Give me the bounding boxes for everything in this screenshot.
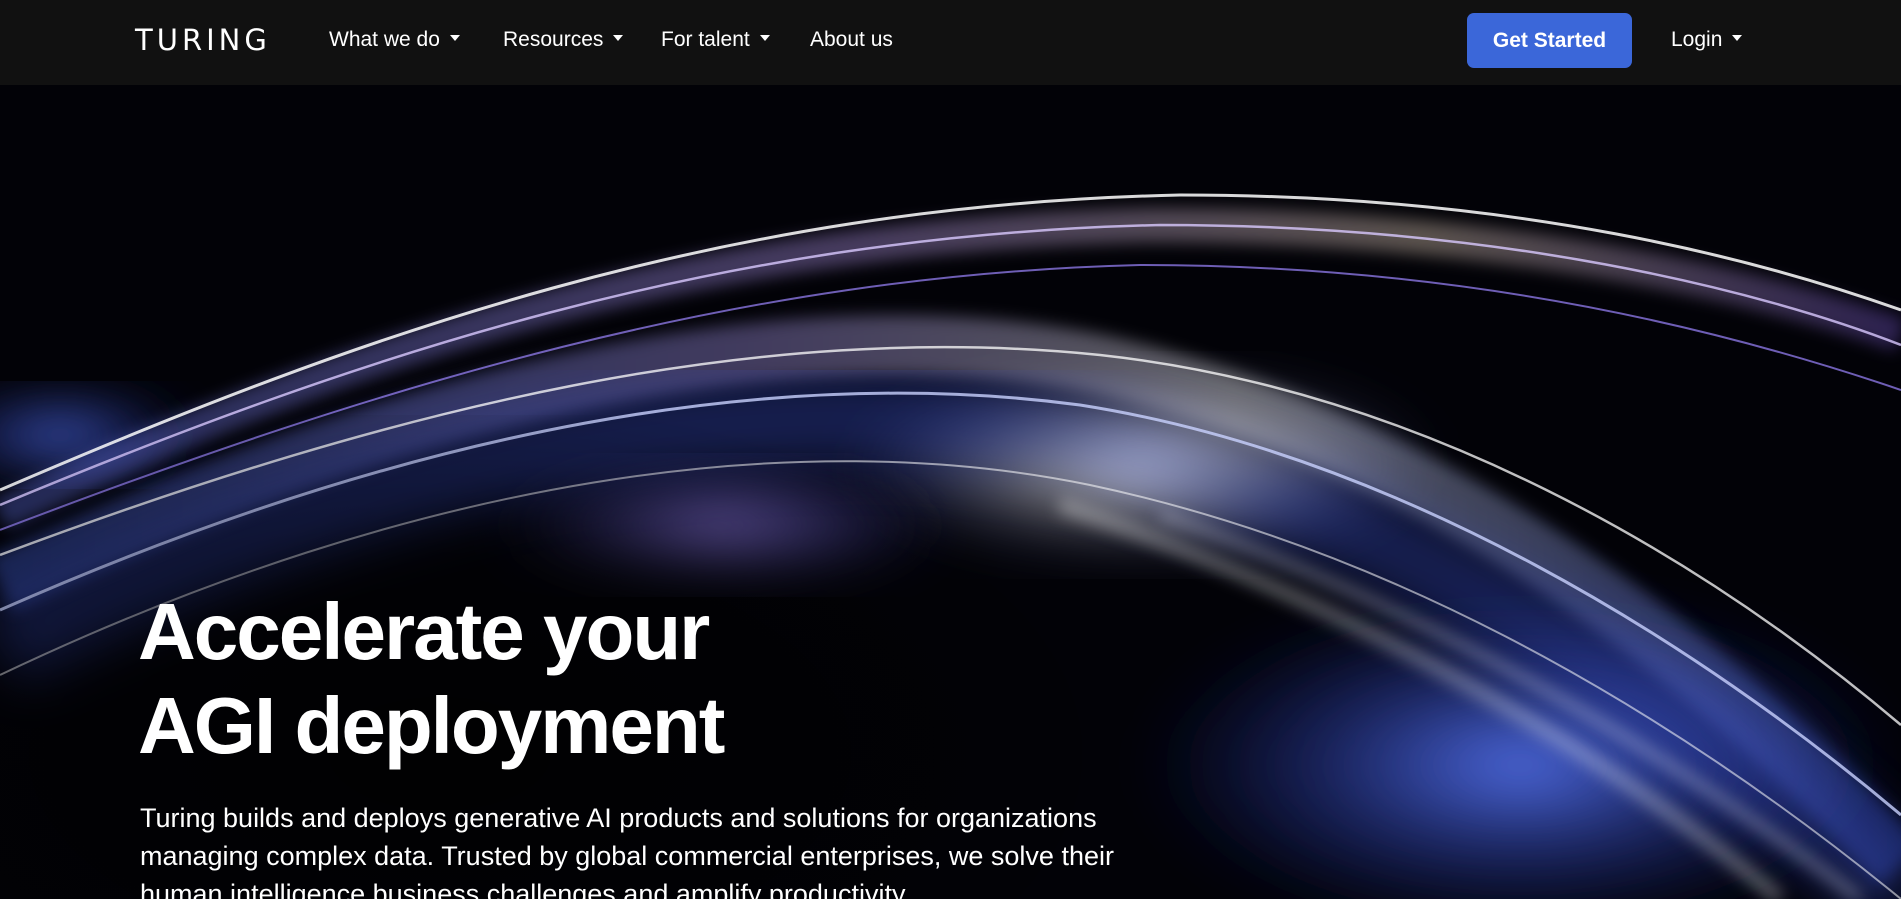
top-navigation-bar: TURING What we do Resources For talent A… — [0, 0, 1901, 85]
nav-item-label: About us — [810, 28, 893, 51]
chevron-down-icon — [759, 35, 770, 42]
headline-line-1: Accelerate your — [138, 587, 710, 676]
nav-item-about-us[interactable]: About us — [810, 24, 893, 56]
nav-item-resources[interactable]: Resources — [503, 24, 624, 56]
login-label: Login — [1671, 28, 1723, 51]
hero-headline: Accelerate your AGI deployment — [138, 585, 1038, 773]
nav-item-label: Resources — [503, 28, 604, 51]
chevron-down-icon — [1732, 35, 1743, 42]
hero-section — [0, 85, 1901, 899]
nav-item-label: For talent — [661, 28, 750, 51]
get-started-button[interactable]: Get Started — [1467, 13, 1632, 68]
nav-item-label: What we do — [329, 28, 440, 51]
hero-description: Turing builds and deploys generative AI … — [140, 803, 1114, 899]
chevron-down-icon — [449, 35, 460, 42]
login-menu[interactable]: Login — [1671, 24, 1743, 56]
chevron-down-icon — [613, 35, 624, 42]
headline-line-2: AGI deployment — [138, 681, 725, 770]
turing-logo[interactable]: TURING — [135, 22, 271, 58]
nav-item-for-talent[interactable]: For talent — [661, 24, 770, 56]
nav-item-what-we-do[interactable]: What we do — [329, 24, 460, 56]
